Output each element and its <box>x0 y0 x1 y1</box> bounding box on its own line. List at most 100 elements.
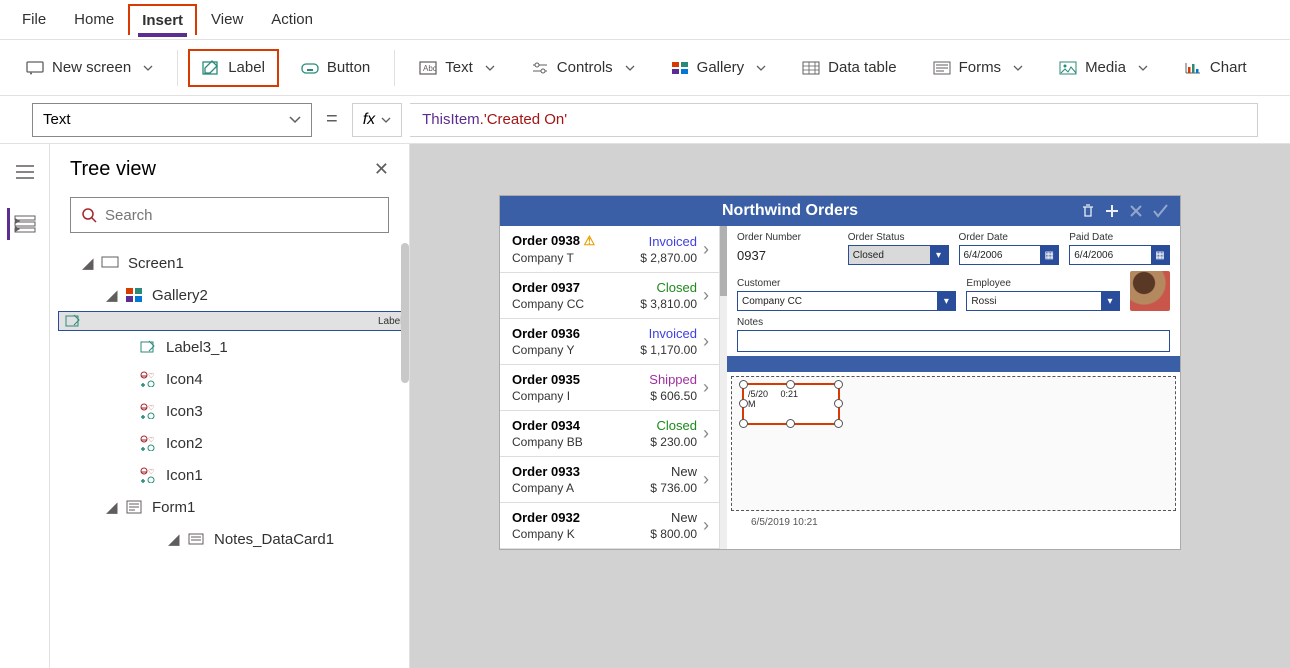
chevron-right-icon: › <box>703 285 709 306</box>
group-icon: ♡ <box>138 369 158 389</box>
text-button[interactable]: Abc Text <box>405 49 509 87</box>
tree-node-label3[interactable]: Label3_1 <box>58 331 409 363</box>
chevron-right-icon: › <box>703 239 709 260</box>
table-icon <box>802 59 820 77</box>
tree-node-icon3[interactable]: ♡ Icon3 <box>58 395 409 427</box>
customer-select[interactable]: Company CC▾ <box>737 291 956 311</box>
order-row[interactable]: Order 0936Invoiced Company Y$ 1,170.00 › <box>500 319 719 365</box>
gallery-scrollbar[interactable] <box>720 226 727 549</box>
tree-node-form[interactable]: ◢ Form1 <box>58 491 409 523</box>
menu-insert[interactable]: Insert <box>128 4 197 35</box>
order-row[interactable]: Order 0932New Company K$ 800.00 › <box>500 503 719 549</box>
check-icon[interactable] <box>1152 203 1170 219</box>
collapse-icon[interactable]: ◢ <box>106 498 116 516</box>
tree-node-gallery[interactable]: ◢ Gallery2 <box>58 279 409 311</box>
text-icon: Abc <box>419 59 437 77</box>
add-icon[interactable] <box>1104 203 1120 219</box>
order-number-value: 0937 <box>737 245 838 265</box>
hamburger-icon[interactable] <box>9 156 41 188</box>
label-button[interactable]: Label <box>188 49 279 87</box>
collapse-icon[interactable]: ◢ <box>168 530 178 548</box>
fx-button[interactable]: fx <box>352 103 402 137</box>
selected-label-text: /5/20 0:21 M <box>748 389 798 409</box>
property-selector[interactable]: Text <box>32 103 312 137</box>
charts-btn-label: Chart <box>1210 59 1247 76</box>
section-divider <box>727 356 1180 372</box>
card-icon <box>186 529 206 549</box>
charts-button[interactable]: Chart <box>1170 49 1261 87</box>
canvas[interactable]: Northwind Orders Order 0938 ⚠Invoiced Co… <box>410 144 1290 668</box>
separator <box>394 50 395 86</box>
label-icon <box>63 311 83 331</box>
order-date-input[interactable]: 6/4/2006▦ <box>959 245 1060 265</box>
order-row[interactable]: Order 0938 ⚠Invoiced Company T$ 2,870.00… <box>500 226 719 273</box>
order-row[interactable]: Order 0937Closed Company CC$ 3,810.00 › <box>500 273 719 319</box>
order-row[interactable]: Order 0935Shipped Company I$ 606.50 › <box>500 365 719 411</box>
tree-node-icon2[interactable]: ♡ Icon2 <box>58 427 409 459</box>
label-btn-label: Label <box>228 59 265 76</box>
collapse-icon[interactable]: ◢ <box>106 286 116 304</box>
notes-input[interactable] <box>737 330 1170 352</box>
order-row[interactable]: Order 0933New Company A$ 736.00 › <box>500 457 719 503</box>
tree-list: ◢ Screen1 ◢ Gallery2 Label4 Label3_1 ♡ I… <box>50 243 409 668</box>
menu-action[interactable]: Action <box>257 3 327 36</box>
gallery-button[interactable]: Gallery <box>657 49 781 87</box>
controls-button[interactable]: Controls <box>517 49 649 87</box>
form-icon <box>124 497 144 517</box>
order-status-label: Order Status <box>848 232 949 243</box>
tree-label: Icon4 <box>166 371 203 388</box>
order-row[interactable]: Order 0934Closed Company BB$ 230.00 › <box>500 411 719 457</box>
tree-node-icon1[interactable]: ♡ Icon1 <box>58 459 409 491</box>
new-screen-button[interactable]: New screen <box>12 49 167 87</box>
tree-view-icon[interactable] <box>7 208 39 240</box>
separator <box>177 50 178 86</box>
button-button[interactable]: Button <box>287 49 384 87</box>
main-area: Tree view ✕ ◢ Screen1 ◢ Gallery2 Label4 <box>0 144 1290 668</box>
result-preview: 6/5/2019 10:21 <box>751 517 1170 528</box>
menu-view[interactable]: View <box>197 3 257 36</box>
gallery-icon <box>124 285 144 305</box>
tree-node-screen[interactable]: ◢ Screen1 <box>58 247 409 279</box>
tree-search[interactable] <box>70 197 389 233</box>
svg-text:♡: ♡ <box>148 468 154 476</box>
tree-scrollbar[interactable] <box>401 243 409 383</box>
trash-icon[interactable] <box>1080 203 1096 219</box>
forms-button[interactable]: Forms <box>919 49 1038 87</box>
text-btn-label: Text <box>445 59 473 76</box>
chevron-right-icon: › <box>703 469 709 490</box>
menu-home[interactable]: Home <box>60 3 128 36</box>
notes-label: Notes <box>737 317 1170 328</box>
menu-file[interactable]: File <box>8 3 60 36</box>
calendar-icon: ▦ <box>1151 246 1169 264</box>
label-icon <box>138 337 158 357</box>
chevron-down-icon <box>381 117 391 123</box>
detail-form: Order Number 0937 Order Status Closed▾ O… <box>727 226 1180 549</box>
app-preview: Northwind Orders Order 0938 ⚠Invoiced Co… <box>500 196 1180 549</box>
button-icon <box>301 59 319 77</box>
formula-token-item: ThisItem <box>422 111 480 128</box>
collapse-icon[interactable]: ◢ <box>82 254 92 272</box>
screen-icon <box>100 253 120 273</box>
orders-gallery[interactable]: Order 0938 ⚠Invoiced Company T$ 2,870.00… <box>500 226 720 549</box>
controls-btn-label: Controls <box>557 59 613 76</box>
tree-node-label4[interactable]: Label4 <box>58 311 409 331</box>
ribbon: New screen Label Button Abc Text Control… <box>0 40 1290 96</box>
order-status-select[interactable]: Closed▾ <box>848 245 949 265</box>
cancel-icon[interactable] <box>1128 203 1144 219</box>
data-table-button[interactable]: Data table <box>788 49 910 87</box>
equals-label: = <box>320 108 344 131</box>
selected-label-control[interactable]: /5/20 0:21 M <box>742 383 840 425</box>
search-input[interactable] <box>105 207 378 224</box>
paid-date-input[interactable]: 6/4/2006▦ <box>1069 245 1170 265</box>
sliders-icon <box>531 59 549 77</box>
edit-label-icon <box>202 59 220 77</box>
calendar-icon: ▦ <box>1040 246 1058 264</box>
media-button[interactable]: Media <box>1045 49 1162 87</box>
notes-datacard-area[interactable]: /5/20 0:21 M <box>731 376 1176 511</box>
customer-label: Customer <box>737 278 956 289</box>
employee-select[interactable]: Rossi▾ <box>966 291 1120 311</box>
tree-node-icon4[interactable]: ♡ Icon4 <box>58 363 409 395</box>
close-icon[interactable]: ✕ <box>374 159 389 180</box>
tree-node-notes[interactable]: ◢ Notes_DataCard1 <box>58 523 409 555</box>
formula-input[interactable]: ThisItem.'Created On' <box>410 103 1258 137</box>
